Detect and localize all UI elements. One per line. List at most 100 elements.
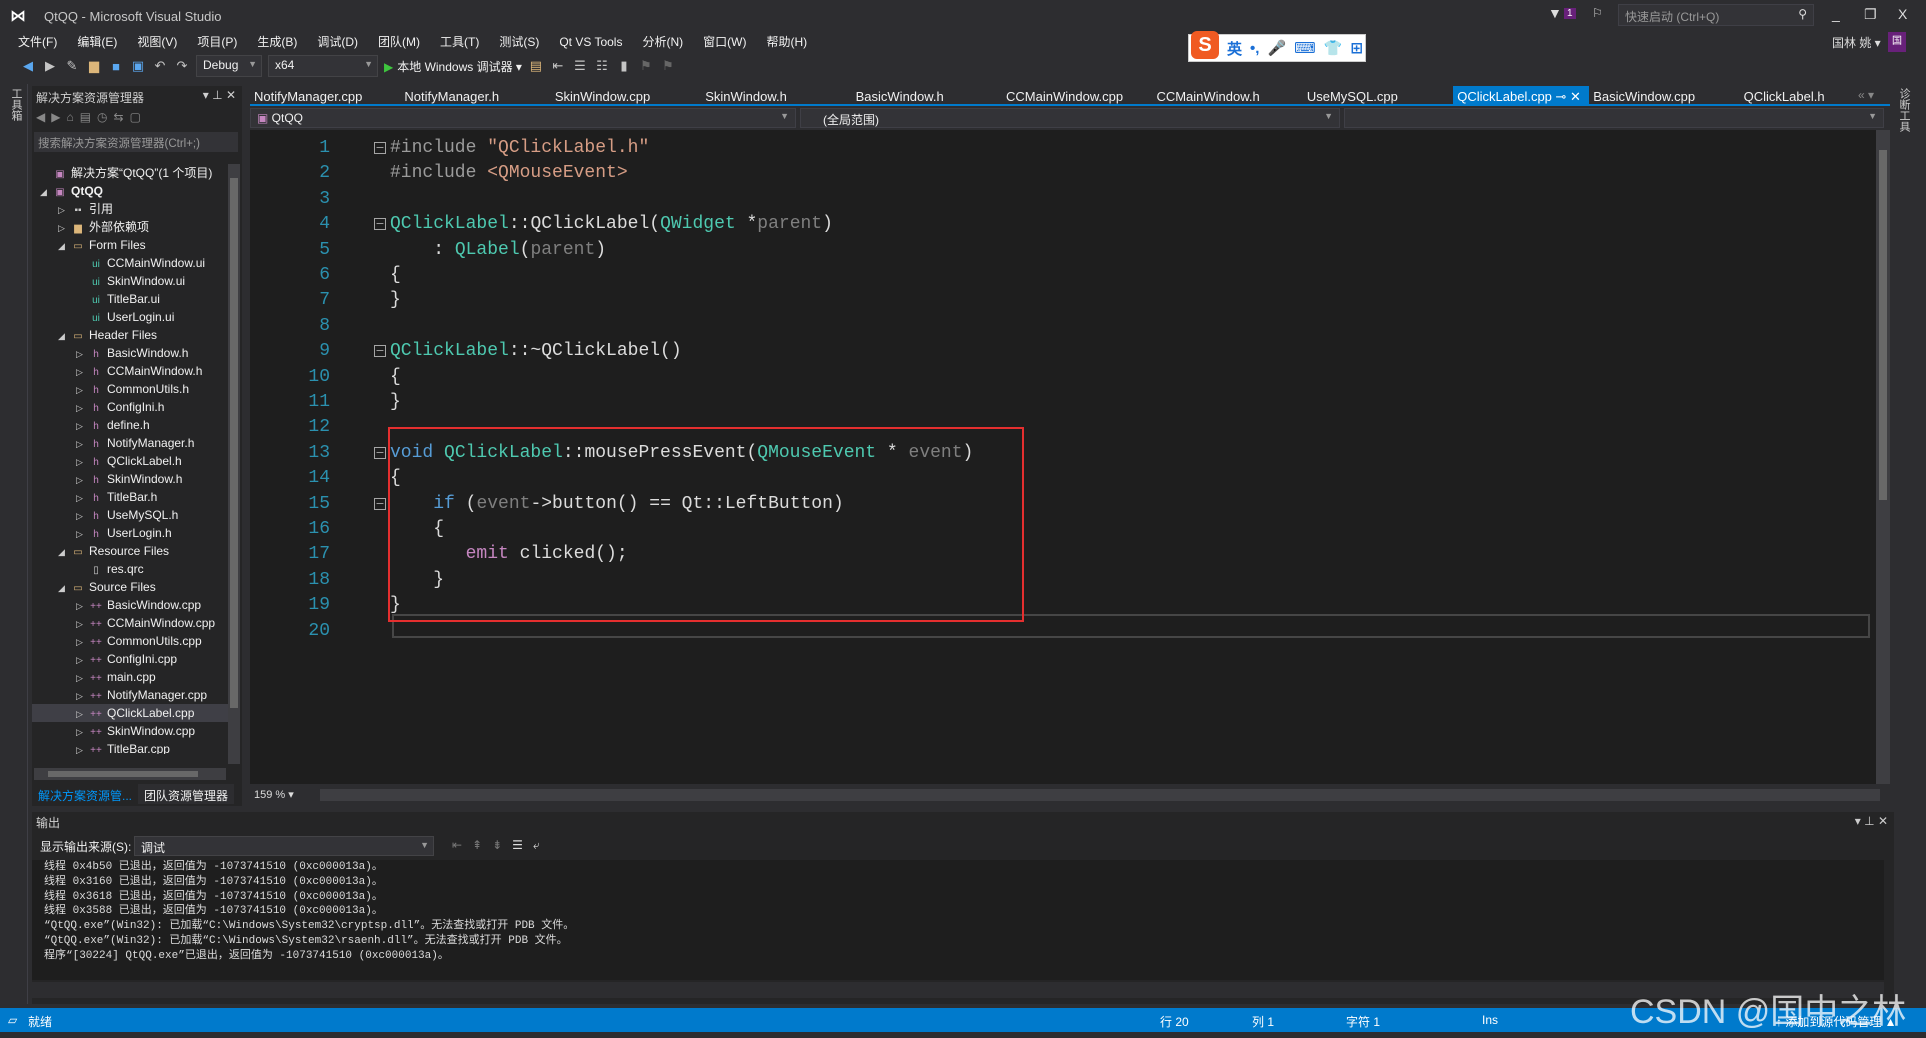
document-tab[interactable]: NotifyManager.cpp — [250, 86, 400, 104]
step-icon[interactable]: ⇤ — [550, 58, 566, 74]
tree-item[interactable]: ▷ ++ ConfigIni.cpp — [32, 650, 228, 668]
menu-item[interactable]: 测试(S) — [489, 34, 549, 50]
tree-item[interactable]: ▷ ++ CCMainWindow.cpp — [32, 614, 228, 632]
pin-icon[interactable]: ⊸ — [1552, 89, 1570, 104]
start-debug-button[interactable]: ▶ 本地 Windows 调试器 ▾ — [384, 58, 522, 75]
tree-item[interactable]: ▷ ▪▪ 引用 — [32, 200, 228, 218]
project-dropdown[interactable]: ▣ QtQQ ▼ — [250, 108, 796, 128]
twisty-icon[interactable]: ▷ — [58, 219, 70, 237]
panel-controls[interactable]: ▾ ⊥ ✕ — [1855, 814, 1888, 828]
document-tab[interactable]: CCMainWindow.h — [1152, 86, 1302, 104]
document-tab[interactable]: NotifyManager.h — [400, 86, 550, 104]
tree-horizontal-scrollbar[interactable] — [34, 768, 226, 780]
tree-item[interactable]: ▷ ++ main.cpp — [32, 668, 228, 686]
toolbox-tab[interactable]: 工具箱 — [8, 88, 24, 121]
twisty-icon[interactable]: ▷ — [76, 651, 88, 669]
redo-icon[interactable]: ↷ — [174, 58, 190, 74]
menu-item[interactable]: 生成(B) — [247, 34, 307, 50]
ime-toolbox-icon[interactable]: ⊞ — [1350, 39, 1363, 57]
config-dropdown[interactable]: Debug ▼ — [196, 55, 262, 77]
ime-language[interactable]: 英 — [1227, 38, 1242, 59]
find-in-files-icon[interactable]: ▤ — [528, 58, 544, 74]
tree-item[interactable]: ▣ 解决方案“QtQQ”(1 个项目) — [32, 164, 228, 182]
minimize-button[interactable]: _ — [1832, 6, 1840, 22]
tree-item[interactable]: ▷ h CommonUtils.h — [32, 380, 228, 398]
avatar[interactable]: 国 — [1888, 32, 1906, 52]
comment-icon[interactable]: ☰ — [572, 58, 588, 74]
collapse-icon[interactable]: − — [374, 218, 386, 231]
tree-item[interactable]: ▷ h ConfigIni.h — [32, 398, 228, 416]
undo-icon[interactable]: ↶ — [152, 58, 168, 74]
twisty-icon[interactable]: ▷ — [76, 363, 88, 381]
menu-item[interactable]: Qt VS Tools — [549, 34, 632, 50]
menu-item[interactable]: 工具(T) — [430, 34, 489, 50]
document-tab[interactable]: UseMySQL.cpp — [1303, 86, 1453, 104]
twisty-icon[interactable]: ◢ — [58, 543, 70, 561]
twisty-icon[interactable]: ◢ — [58, 327, 70, 345]
editor-vertical-scrollbar[interactable] — [1876, 130, 1890, 784]
tree-item[interactable]: ui CCMainWindow.ui — [32, 254, 228, 272]
document-tab[interactable]: SkinWindow.h — [701, 86, 851, 104]
restore-button[interactable]: ❐ — [1864, 6, 1877, 23]
menu-item[interactable]: 调试(D) — [307, 34, 368, 50]
document-tab[interactable]: QClickLabel.cpp ⊸ ✕ — [1453, 86, 1590, 104]
document-tab[interactable]: CCMainWindow.cpp — [1002, 86, 1152, 104]
tree-item[interactable]: ui TitleBar.ui — [32, 290, 228, 308]
twisty-icon[interactable]: ▷ — [76, 687, 88, 705]
tree-item[interactable]: ◢ ▣ QtQQ — [32, 182, 228, 200]
tab-team-explorer[interactable]: 团队资源管理器 — [138, 784, 235, 804]
notification-badge[interactable]: 1 — [1564, 8, 1576, 19]
twisty-icon[interactable]: ▷ — [76, 435, 88, 453]
twisty-icon[interactable]: ▷ — [76, 453, 88, 471]
tree-item[interactable]: ◢ ▭ Source Files — [32, 578, 228, 596]
next-bookmark-icon[interactable]: ⚑ — [660, 58, 676, 74]
feedback-icon[interactable]: ⚐ — [1592, 6, 1603, 20]
diagnostics-tab[interactable]: 诊断工具 — [1896, 88, 1912, 132]
twisty-icon[interactable]: ▷ — [76, 489, 88, 507]
menu-item[interactable]: 分析(N) — [632, 34, 693, 50]
platform-dropdown[interactable]: x64 ▼ — [268, 55, 378, 77]
tree-item[interactable]: ▷ ++ TitleBar.cpp — [32, 740, 228, 754]
twisty-icon[interactable]: ▷ — [76, 345, 88, 363]
tree-item[interactable]: ▷ ++ NotifyManager.cpp — [32, 686, 228, 704]
twisty-icon[interactable]: ▷ — [76, 597, 88, 615]
bookmark-icon[interactable]: ▮ — [616, 58, 632, 74]
tree-item[interactable]: ▷ h SkinWindow.h — [32, 470, 228, 488]
twisty-icon[interactable]: ▷ — [76, 723, 88, 741]
tab-solution-explorer[interactable]: 解决方案资源管... — [32, 784, 138, 804]
tree-item[interactable]: ◢ ▭ Form Files — [32, 236, 228, 254]
tree-item[interactable]: ▷ ++ QClickLabel.cpp — [32, 704, 228, 722]
tree-item[interactable]: ▷ h CCMainWindow.h — [32, 362, 228, 380]
document-tab[interactable]: SkinWindow.cpp — [551, 86, 701, 104]
tree-item[interactable]: ui SkinWindow.ui — [32, 272, 228, 290]
uncomment-icon[interactable]: ☷ — [594, 58, 610, 74]
collapse-icon[interactable]: − — [374, 446, 386, 459]
panel-controls[interactable]: ▾ ⊥ ✕ — [203, 88, 236, 102]
prev-bookmark-icon[interactable]: ⚑ — [638, 58, 654, 74]
menu-item[interactable]: 编辑(E) — [67, 34, 127, 50]
ime-punct-icon[interactable]: •, — [1250, 40, 1259, 57]
twisty-icon[interactable]: ▷ — [76, 417, 88, 435]
output-horizontal-scrollbar[interactable] — [32, 982, 1884, 998]
twisty-icon[interactable]: ◢ — [58, 237, 70, 255]
save-icon[interactable]: ■ — [108, 59, 124, 74]
twisty-icon[interactable]: ▷ — [76, 381, 88, 399]
tree-item[interactable]: ▯ res.qrc — [32, 560, 228, 578]
output-source-dropdown[interactable]: 调试 ▼ — [134, 836, 434, 856]
document-tab[interactable]: BasicWindow.cpp — [1589, 86, 1739, 104]
editor-horizontal-scrollbar[interactable] — [320, 789, 1880, 801]
twisty-icon[interactable]: ▷ — [76, 705, 88, 723]
tree-item[interactable]: ▷ h UserLogin.h — [32, 524, 228, 542]
user-account[interactable]: 国林 姚 ▾ — [1832, 34, 1881, 51]
menu-item[interactable]: 窗口(W) — [693, 34, 756, 50]
close-button[interactable]: X — [1898, 6, 1907, 22]
tree-item[interactable]: ui UserLogin.ui — [32, 308, 228, 326]
menu-item[interactable]: 项目(P) — [187, 34, 247, 50]
output-text[interactable]: 线程 0x4b50 已退出，返回值为 -1073741510 (0xc00001… — [32, 860, 1884, 980]
tree-item[interactable]: ▷ h TitleBar.h — [32, 488, 228, 506]
collapse-icon[interactable]: − — [374, 497, 386, 510]
twisty-icon[interactable]: ◢ — [58, 579, 70, 597]
ime-skin-icon[interactable]: 👕 — [1324, 39, 1343, 57]
document-tab[interactable]: BasicWindow.h — [852, 86, 1002, 104]
menu-item[interactable]: 文件(F) — [8, 34, 67, 50]
